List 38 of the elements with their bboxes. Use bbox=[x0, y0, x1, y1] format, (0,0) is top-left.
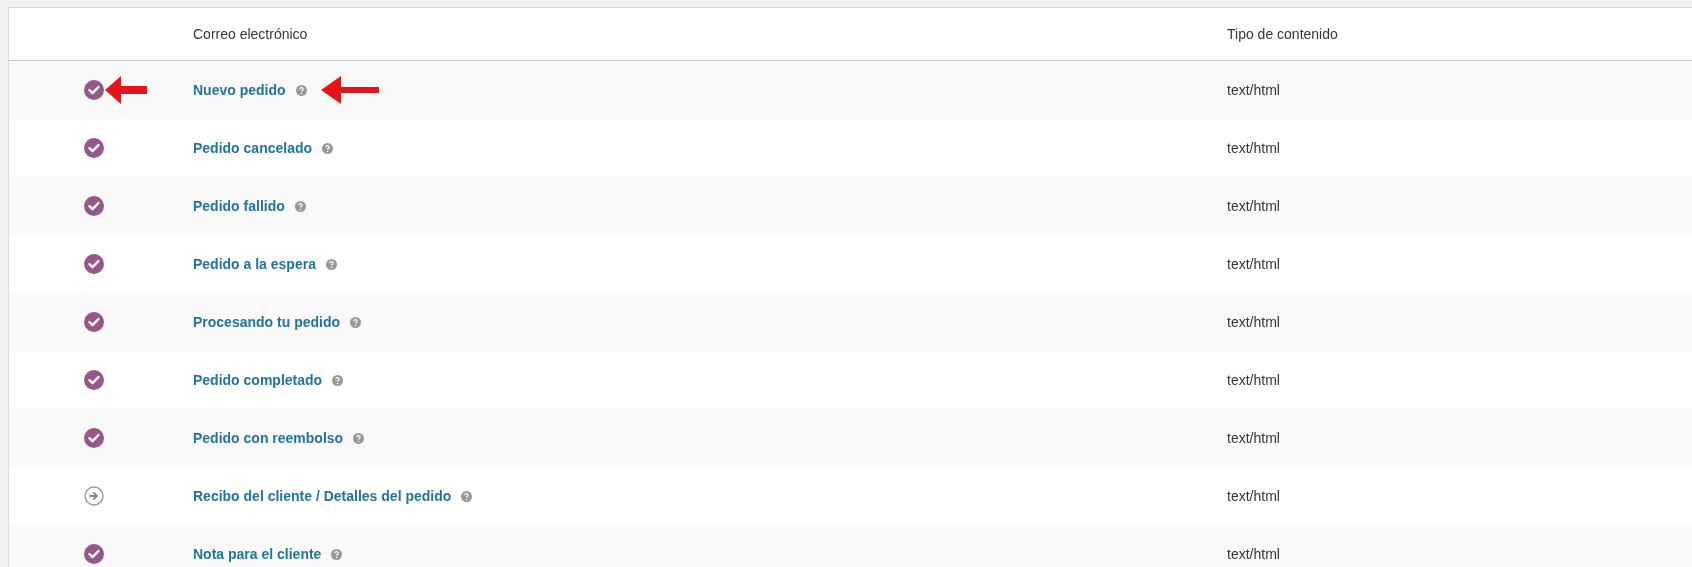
content-type: text/html bbox=[1227, 140, 1280, 156]
help-icon[interactable] bbox=[350, 316, 361, 328]
check-circle-icon bbox=[84, 196, 104, 216]
check-circle-icon bbox=[84, 312, 104, 332]
column-header: Correo electrónico bbox=[193, 26, 308, 42]
email-link[interactable]: Recibo del cliente / Detalles del pedido bbox=[193, 488, 452, 504]
help-icon[interactable] bbox=[332, 374, 344, 386]
email-link[interactable]: Pedido cancelado bbox=[193, 140, 313, 156]
check-circle-icon bbox=[84, 80, 104, 100]
help-icon[interactable] bbox=[295, 84, 307, 96]
help-icon[interactable] bbox=[322, 142, 334, 154]
email-link[interactable]: Nota para el cliente bbox=[193, 546, 322, 562]
arrow-circle-icon bbox=[84, 486, 104, 506]
column-header: Tipo de contenido bbox=[1227, 26, 1338, 42]
content-type: text/html bbox=[1227, 488, 1280, 504]
email-link[interactable]: Pedido a la espera bbox=[193, 256, 316, 272]
help-icon[interactable] bbox=[294, 200, 306, 212]
check-circle-icon bbox=[84, 254, 104, 274]
email-link[interactable]: Nuevo pedido bbox=[193, 82, 286, 98]
check-circle-icon bbox=[84, 428, 104, 448]
email-link[interactable]: Procesando tu pedido bbox=[193, 314, 340, 330]
check-circle-icon bbox=[84, 138, 104, 158]
email-link[interactable]: Pedido con reembolso bbox=[193, 430, 344, 446]
check-circle-icon bbox=[84, 370, 104, 390]
help-icon[interactable] bbox=[353, 432, 365, 444]
content-type: text/html bbox=[1227, 256, 1280, 272]
help-icon[interactable] bbox=[461, 490, 473, 502]
content-type: text/html bbox=[1227, 82, 1280, 98]
help-icon[interactable] bbox=[325, 258, 337, 270]
content-type: text/html bbox=[1227, 314, 1280, 330]
email-link[interactable]: Pedido completado bbox=[193, 372, 323, 388]
help-icon[interactable] bbox=[331, 548, 343, 560]
email-link[interactable]: Pedido fallido bbox=[193, 198, 285, 214]
content-type: text/html bbox=[1227, 430, 1280, 446]
content-type: text/html bbox=[1227, 372, 1280, 388]
check-circle-icon bbox=[84, 544, 104, 564]
content-type: text/html bbox=[1227, 198, 1280, 214]
content-type: text/html bbox=[1227, 546, 1280, 562]
